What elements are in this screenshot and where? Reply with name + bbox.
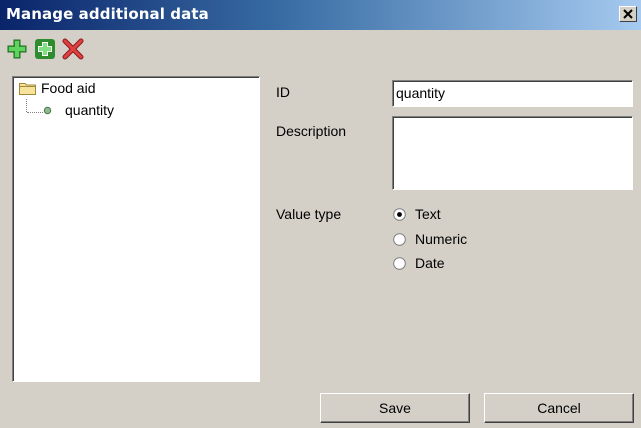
radio-numeric-label: Numeric	[415, 231, 468, 247]
radio-text-label: Text	[415, 206, 441, 222]
item-dot-icon	[43, 106, 52, 115]
window-title: Manage additional data	[6, 5, 209, 23]
tree-child-item[interactable]: quantity	[65, 102, 114, 118]
cancel-button[interactable]: Cancel	[484, 393, 634, 423]
tree-root-label: Food aid	[41, 80, 96, 96]
description-label: Description	[276, 123, 347, 139]
delete-red-x-icon	[62, 38, 84, 60]
add-green-plus-icon	[7, 39, 27, 59]
value-type-label: Value type	[276, 206, 342, 222]
tree-connector	[27, 112, 43, 114]
folder-icon	[19, 83, 36, 95]
description-field[interactable]	[392, 116, 633, 190]
close-icon	[623, 9, 633, 19]
description-input[interactable]	[393, 117, 632, 189]
close-button[interactable]	[619, 6, 637, 22]
id-label: ID	[276, 84, 290, 100]
tree-connector	[26, 99, 28, 112]
data-tree[interactable]: Food aid quantity	[12, 76, 260, 382]
radio-date-label: Date	[415, 255, 445, 271]
id-field[interactable]	[392, 80, 633, 107]
add-item-button[interactable]	[6, 38, 28, 60]
delete-button[interactable]	[62, 38, 84, 60]
save-button[interactable]: Save	[320, 393, 470, 423]
radio-selected-icon	[393, 208, 406, 221]
dialog-window: Manage additional data Food aid quantity…	[0, 0, 641, 428]
add-child-button[interactable]	[34, 38, 56, 60]
add-child-plus-icon	[35, 39, 55, 59]
id-input[interactable]	[396, 85, 629, 101]
title-bar[interactable]: Manage additional data	[0, 0, 641, 30]
radio-unselected-icon	[393, 233, 406, 246]
radio-unselected-icon	[393, 257, 406, 270]
